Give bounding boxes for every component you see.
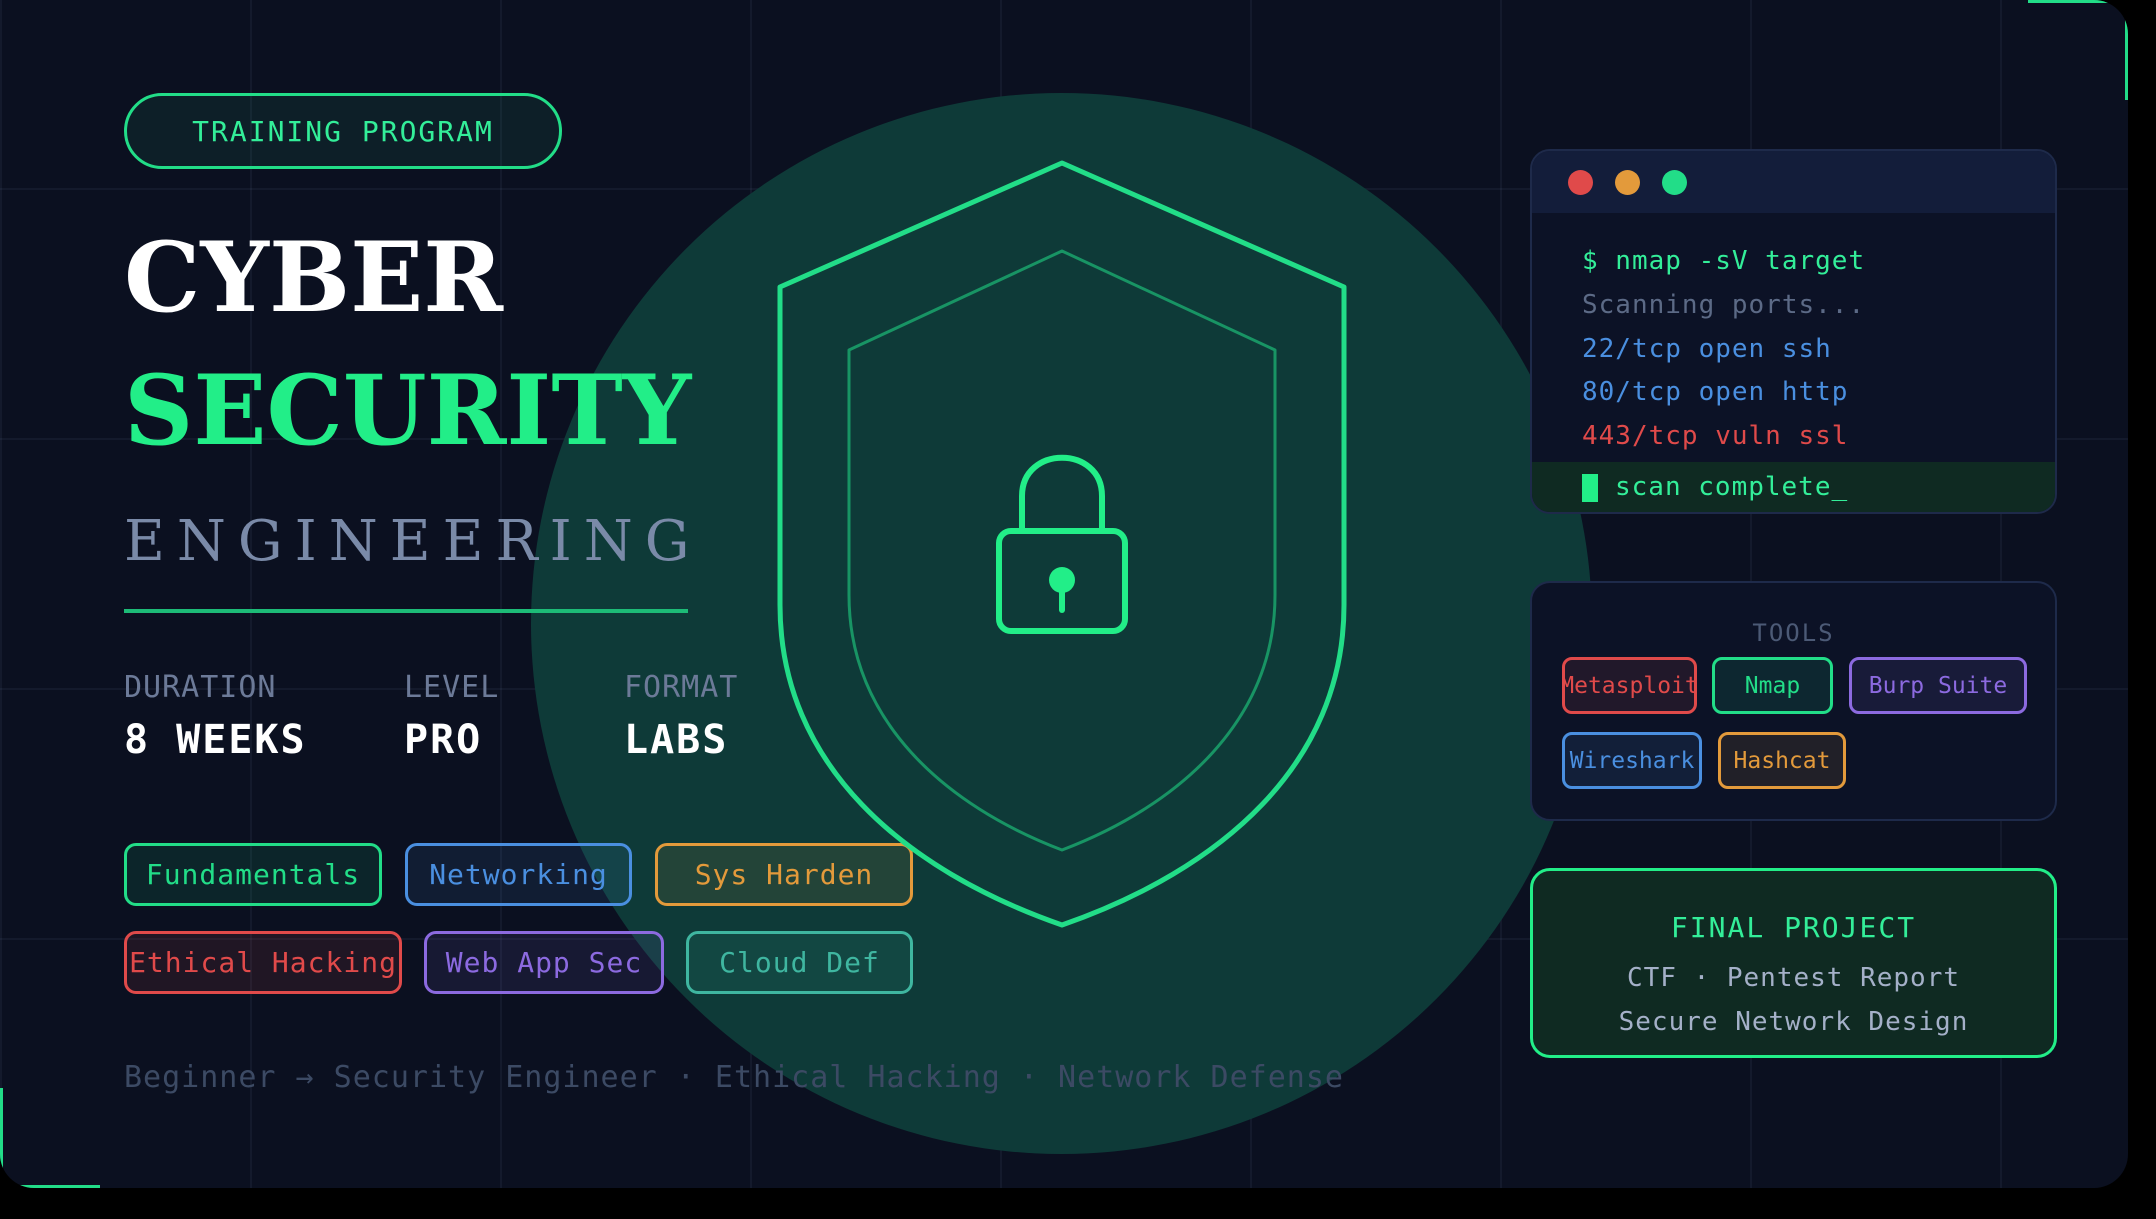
minimize-window-dot[interactable] <box>1615 170 1640 195</box>
final-project-title: FINAL PROJECT <box>1670 911 1917 944</box>
final-project-line: CTF · Pentest Report <box>1626 963 1961 993</box>
corner-bracket-top-right <box>2028 0 2128 3</box>
stat-format: FORMAT LABS <box>624 670 738 763</box>
terminal-window: $ nmap -sV target Scanning ports... 22/t… <box>1530 149 2057 514</box>
corner-bracket-bottom-left <box>0 1185 100 1188</box>
title-divider <box>124 609 688 613</box>
topic-fundamentals[interactable]: Fundamentals <box>124 843 382 906</box>
title-security: SECURITY <box>124 354 692 467</box>
corner-bracket-top-right-vertical <box>2125 0 2128 100</box>
program-tagline: Beginner → Security Engineer · Ethical H… <box>124 1060 1344 1095</box>
stat-label: LEVEL <box>404 670 500 705</box>
maximize-window-dot[interactable] <box>1662 170 1687 195</box>
title-cyber: CYBER <box>124 221 504 334</box>
tool-metasploit[interactable]: Metasploit <box>1562 657 1697 714</box>
shield-icon <box>777 160 1347 928</box>
stat-value: PRO <box>404 717 483 763</box>
training-program-badge: TRAINING PROGRAM <box>124 93 562 169</box>
tool-nmap[interactable]: Nmap <box>1712 657 1833 714</box>
title-engineering: ENGINEERING <box>124 509 702 574</box>
stat-duration: DURATION 8 WEEKS <box>124 670 307 763</box>
topic-web-app-sec[interactable]: Web App Sec <box>424 931 664 994</box>
terminal-line: 22/tcp open ssh <box>1582 334 1832 364</box>
terminal-status-text: scan complete_ <box>1615 472 1849 502</box>
close-window-dot[interactable] <box>1568 170 1593 195</box>
stat-value: 8 WEEKS <box>124 717 307 763</box>
final-project-line: Secure Network Design <box>1618 1007 1969 1037</box>
terminal-line: Scanning ports... <box>1582 290 1866 320</box>
tool-wireshark[interactable]: Wireshark <box>1562 732 1702 789</box>
topic-networking[interactable]: Networking <box>405 843 632 906</box>
stat-level: LEVEL PRO <box>404 670 499 763</box>
tool-burp-suite[interactable]: Burp Suite <box>1849 657 2027 714</box>
terminal-line: $ nmap -sV target <box>1582 246 1866 276</box>
terminal-active-line: scan complete_ <box>1532 462 2055 512</box>
terminal-line: 80/tcp open http <box>1582 377 1849 407</box>
terminal-title-bar <box>1532 151 2055 213</box>
final-project-panel: FINAL PROJECT CTF · Pentest Report Secur… <box>1530 868 2057 1058</box>
topic-ethical-hacking[interactable]: Ethical Hacking <box>124 931 402 994</box>
tool-hashcat[interactable]: Hashcat <box>1718 732 1846 789</box>
terminal-line: 443/tcp vuln ssl <box>1582 421 1849 451</box>
corner-bracket-bottom-left-vertical <box>0 1088 3 1188</box>
stat-label: FORMAT <box>624 670 739 705</box>
stat-label: DURATION <box>124 670 277 705</box>
program-card: TRAINING PROGRAM CYBER SECURITY ENGINEER… <box>0 0 2128 1188</box>
tools-title: TOOLS <box>1752 619 1835 647</box>
topic-cloud-def[interactable]: Cloud Def <box>686 931 913 994</box>
tools-panel: TOOLS Metasploit Nmap Burp Suite Wiresha… <box>1530 581 2057 821</box>
stat-value: LABS <box>624 717 729 763</box>
lock-icon <box>996 454 1128 634</box>
terminal-cursor <box>1582 474 1598 502</box>
